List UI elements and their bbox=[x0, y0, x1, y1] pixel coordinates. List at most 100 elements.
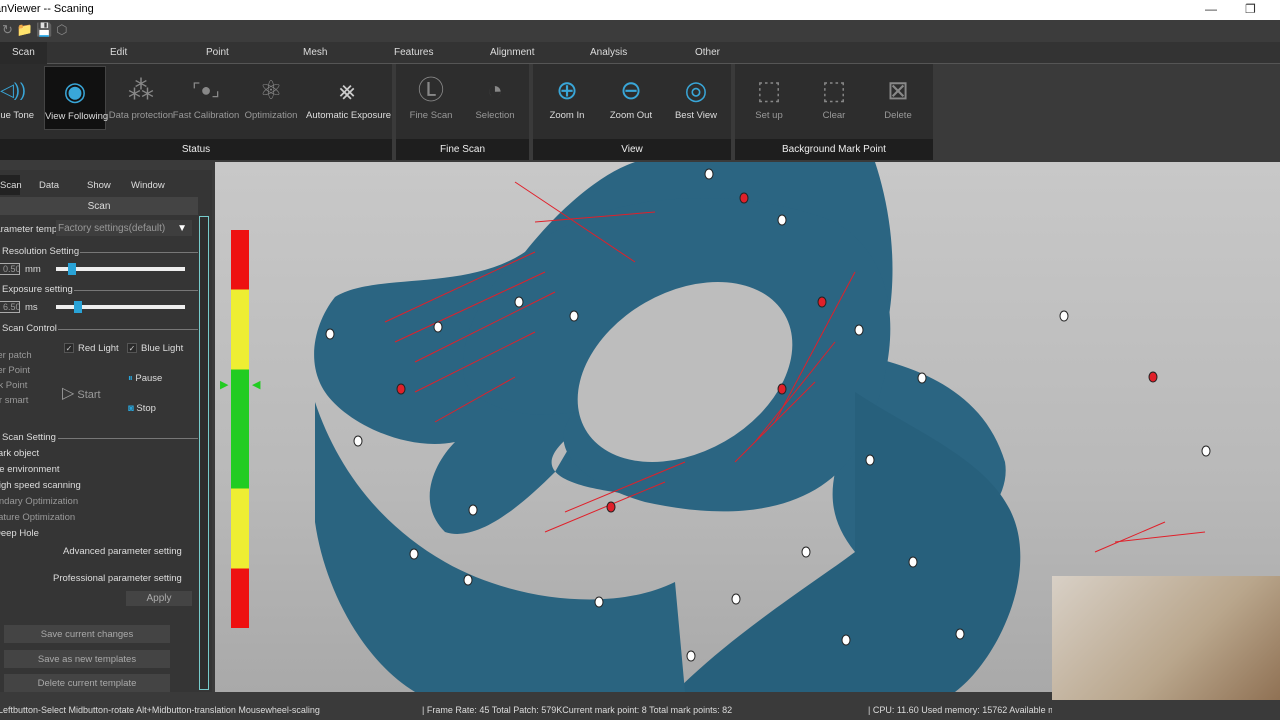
set-up-button[interactable]: ⬚ Set up bbox=[734, 66, 804, 130]
delete-button[interactable]: ⊠ Delete bbox=[863, 66, 933, 130]
red-light-checkbox[interactable]: ✓ Red Light bbox=[64, 343, 119, 354]
minimize-button[interactable]: — bbox=[1205, 2, 1217, 16]
menu-mesh[interactable]: Mesh bbox=[303, 47, 327, 58]
mode-prior-smart[interactable]: Prior smart bbox=[0, 395, 28, 406]
refresh-icon[interactable]: ↻ bbox=[2, 22, 13, 37]
delete-template-button[interactable]: Delete current template bbox=[4, 674, 170, 692]
open-folder-icon[interactable]: 📁 bbox=[17, 22, 33, 37]
ribbon-view-group: ⊕ Zoom In ⊖ Zoom Out ◎ Best View View bbox=[533, 64, 731, 160]
menu-alignment[interactable]: Alignment bbox=[490, 47, 534, 58]
label: Clear bbox=[822, 110, 846, 121]
label: Zoom Out bbox=[609, 110, 653, 121]
save-icon[interactable]: 💾 bbox=[36, 22, 52, 37]
resolution-slider-knob[interactable] bbox=[68, 263, 77, 275]
fast-calibration-button[interactable]: ⌜●⌟ Fast Calibration bbox=[171, 66, 241, 130]
menu-point[interactable]: Point bbox=[206, 47, 229, 58]
label: Fine Scan bbox=[409, 110, 453, 121]
stop-button[interactable]: ◙ Stop bbox=[128, 403, 156, 414]
checkmark-icon: ✓ bbox=[64, 343, 74, 353]
label: Blue Light bbox=[141, 343, 184, 354]
professional-parameter-setting[interactable]: Professional parameter setting bbox=[53, 573, 182, 584]
resolution-input[interactable]: 0.50 bbox=[0, 263, 20, 275]
frame-info: | Frame Rate: 45 Total Patch: 579KCurren… bbox=[422, 705, 733, 715]
scan-setting-title: Scan Setting bbox=[2, 432, 56, 443]
save-changes-button[interactable]: Save current changes bbox=[4, 625, 170, 643]
save-new-template-button[interactable]: Save as new templates bbox=[4, 650, 170, 668]
pause-icon: ⏸ bbox=[128, 373, 133, 384]
blue-light-checkbox[interactable]: ✓ Blue Light bbox=[127, 343, 183, 354]
exposure-input[interactable]: 6.50 bbox=[0, 301, 20, 313]
group-label-background-mark-point: Background Mark Point bbox=[735, 139, 933, 160]
advanced-parameter-setting[interactable]: Advanced parameter setting bbox=[63, 546, 182, 557]
clear-button[interactable]: ⬚ Clear bbox=[799, 66, 869, 130]
label: Optimization bbox=[244, 110, 298, 121]
setting-mark-object[interactable]: Mark object bbox=[0, 448, 39, 459]
view-following-button[interactable]: ◉ View Following bbox=[44, 66, 108, 130]
menu-analysis[interactable]: Analysis bbox=[590, 47, 627, 58]
selection-button[interactable]: ◔ Selection bbox=[460, 66, 530, 130]
setup-frame-icon: ⬚ bbox=[756, 75, 782, 105]
status-bar: Leftbutton-Select Midbutton-rotate Alt+M… bbox=[0, 700, 1280, 720]
system-info: | CPU: 11.60 Used memory: 15762 Availabl… bbox=[868, 705, 1052, 715]
label: Delete bbox=[884, 110, 912, 121]
label: Red Light bbox=[78, 343, 119, 354]
play-icon: ▷ bbox=[62, 385, 75, 402]
setting-feature-optimization[interactable]: Feature Optimization bbox=[0, 512, 75, 523]
ribbon-fine-scan-group: Ⓛ Fine Scan ◔ Selection Fine Scan bbox=[396, 64, 529, 160]
label: Data protection bbox=[108, 110, 174, 121]
quick-access-toolbar: ↻ 📁 💾 ⬡ bbox=[0, 20, 1280, 42]
zoom-in-icon: ⊕ bbox=[556, 75, 578, 105]
panel-tab-data[interactable]: Data bbox=[39, 180, 59, 191]
start-button[interactable]: ▷ Start bbox=[62, 383, 101, 403]
menu-features[interactable]: Features bbox=[394, 47, 433, 58]
resolution-slider[interactable] bbox=[56, 263, 185, 275]
setting-dare-environment[interactable]: Dare environment bbox=[0, 464, 60, 475]
panel-tab-window[interactable]: Window bbox=[131, 180, 165, 191]
pause-button[interactable]: ⏸ Pause bbox=[128, 373, 162, 384]
indicator-right-arrow-icon: ◀ bbox=[252, 379, 261, 391]
menu-other[interactable]: Other bbox=[695, 47, 720, 58]
apply-button[interactable]: Apply bbox=[126, 591, 192, 606]
label: Set up bbox=[755, 110, 783, 121]
exposure-slider-knob[interactable] bbox=[74, 301, 83, 313]
mode-laser-patch[interactable]: Laser patch bbox=[0, 350, 32, 361]
menu-scan[interactable]: Scan bbox=[0, 42, 47, 64]
webcam-overlay bbox=[1052, 576, 1280, 720]
speaker-icon: ◁)) bbox=[0, 80, 26, 100]
template-select[interactable]: Factory settings(default) ▼ bbox=[56, 220, 192, 236]
checkmark-icon: ✓ bbox=[127, 343, 137, 353]
zoom-in-button[interactable]: ⊕ Zoom In bbox=[532, 66, 602, 130]
ribbon-status-group: ◁)) Blue Tone ◉ View Following ⁂ Data prote… bbox=[0, 64, 392, 160]
label: Selection bbox=[475, 110, 515, 121]
best-view-icon: ◎ bbox=[684, 75, 708, 105]
zoom-out-button[interactable]: ⊖ Zoom Out bbox=[596, 66, 666, 130]
optimization-button[interactable]: ⚛ Optimization bbox=[236, 66, 306, 130]
automatic-exposure-button[interactable]: ⨳ Automatic Exposure bbox=[306, 66, 391, 130]
data-protection-button[interactable]: ⁂ Data protection bbox=[106, 66, 176, 130]
menu-edit[interactable]: Edit bbox=[110, 47, 127, 58]
exposure-slider[interactable] bbox=[56, 301, 185, 313]
setting-deep-hole[interactable]: Deep Hole bbox=[0, 528, 39, 539]
delete-icon: ⊠ bbox=[887, 75, 909, 105]
panel-header: Scan bbox=[0, 197, 198, 215]
dots-lock-icon: ⁂ bbox=[128, 75, 154, 105]
group-label-fine-scan: Fine Scan bbox=[396, 139, 529, 160]
mode-laser-point[interactable]: Laser Point bbox=[0, 365, 30, 376]
setting-boundary-optimization[interactable]: Boundary Optimization bbox=[0, 496, 78, 507]
fine-scan-button[interactable]: Ⓛ Fine Scan bbox=[396, 66, 466, 130]
panel-tab-show[interactable]: Show bbox=[87, 180, 111, 191]
exposure-title: Exposure setting bbox=[2, 284, 73, 295]
template-value: Factory settings(default) bbox=[58, 223, 166, 234]
cube-icon[interactable]: ⬡ bbox=[56, 22, 67, 37]
label: Stop bbox=[136, 403, 156, 414]
best-view-button[interactable]: ◎ Best View bbox=[661, 66, 731, 130]
blue-tone-button[interactable]: ◁)) Blue Tone bbox=[0, 66, 48, 130]
panel-scrollbar[interactable] bbox=[199, 216, 209, 690]
restore-button[interactable]: ❐ bbox=[1245, 2, 1256, 16]
panel-tab-scan[interactable]: Scan bbox=[0, 180, 22, 191]
setting-high-speed-scanning[interactable]: High speed scanning bbox=[0, 480, 81, 491]
menu-bar: Scan Edit Point Mesh Features Alignment … bbox=[0, 42, 1280, 64]
stop-icon: ◙ bbox=[128, 403, 134, 414]
mode-mark-point[interactable]: Mark Point bbox=[0, 380, 27, 391]
exposure-unit: ms bbox=[25, 302, 38, 313]
